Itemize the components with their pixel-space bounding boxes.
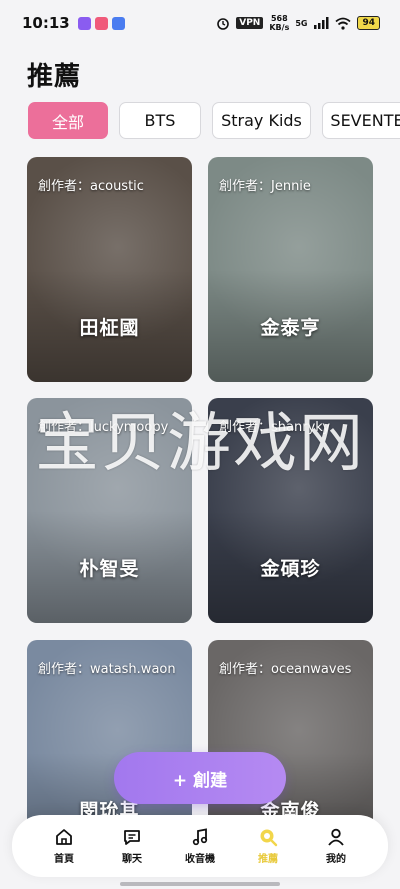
watermark-text: 宝贝游戏网	[35, 407, 365, 481]
character-card[interactable]: 創作者：Jennie 金泰亨	[208, 157, 373, 382]
nav-radio[interactable]: 收音機	[171, 827, 229, 865]
card-creator: 創作者：watash.waon	[38, 662, 176, 677]
bottom-nav: 首頁 聊天 收音機 推薦 我的	[12, 815, 388, 877]
alarm-icon	[217, 18, 230, 30]
nav-label: 聊天	[122, 854, 142, 865]
profile-icon	[328, 828, 344, 846]
card-name: 金碩珍	[260, 558, 321, 580]
card-name: 朴智旻	[79, 558, 140, 580]
nav-label: 首頁	[54, 854, 74, 865]
recommend-icon	[260, 829, 278, 847]
chat-icon	[124, 830, 140, 845]
status-bar: 10:13 VPN 568 KB/s 5G 94	[0, 0, 400, 46]
card-creator: 創作者：acoustic	[38, 179, 144, 194]
status-indicators: VPN 568 KB/s 5G 94	[216, 14, 380, 32]
app-notification-icon	[111, 16, 125, 30]
network-speed: 568 KB/s	[269, 14, 290, 32]
nav-recommend[interactable]: 推薦	[239, 827, 297, 865]
card-creator: 創作者：Jennie	[219, 179, 311, 194]
nav-label: 推薦	[258, 854, 278, 865]
chip-seventeen[interactable]: SEVENTE	[322, 102, 400, 139]
nav-chat[interactable]: 聊天	[103, 827, 161, 865]
app-notification-icon	[77, 16, 91, 30]
character-card[interactable]: 創作者：acoustic 田柾國	[27, 157, 192, 382]
nav-label: 我的	[326, 854, 346, 865]
nav-label: 收音機	[185, 854, 215, 865]
app-notification-icon	[94, 16, 108, 30]
category-chips: 全部 BTS Stray Kids SEVENTE	[28, 102, 400, 140]
nav-home[interactable]: 首頁	[35, 827, 93, 865]
home-icon	[56, 829, 72, 845]
card-creator: 創作者：oceanwaves	[219, 662, 352, 677]
create-button[interactable]: + 創建	[114, 752, 286, 804]
chip-bts[interactable]: BTS	[119, 102, 201, 139]
chip-all[interactable]: 全部	[28, 102, 108, 139]
network-type: 5G	[295, 18, 308, 28]
notification-icons	[77, 16, 125, 30]
card-name: 田柾國	[79, 317, 140, 339]
vpn-badge: VPN	[236, 17, 264, 29]
signal-icon	[314, 17, 329, 29]
status-time: 10:13	[22, 14, 70, 32]
page-title: 推薦	[27, 62, 82, 92]
music-note-icon	[192, 828, 208, 846]
card-name: 金泰亨	[260, 317, 321, 339]
nav-profile[interactable]: 我的	[307, 827, 365, 865]
wifi-icon	[335, 17, 352, 30]
home-indicator	[120, 882, 280, 886]
chip-stray-kids[interactable]: Stray Kids	[212, 102, 311, 139]
battery-indicator: 94	[357, 16, 380, 30]
